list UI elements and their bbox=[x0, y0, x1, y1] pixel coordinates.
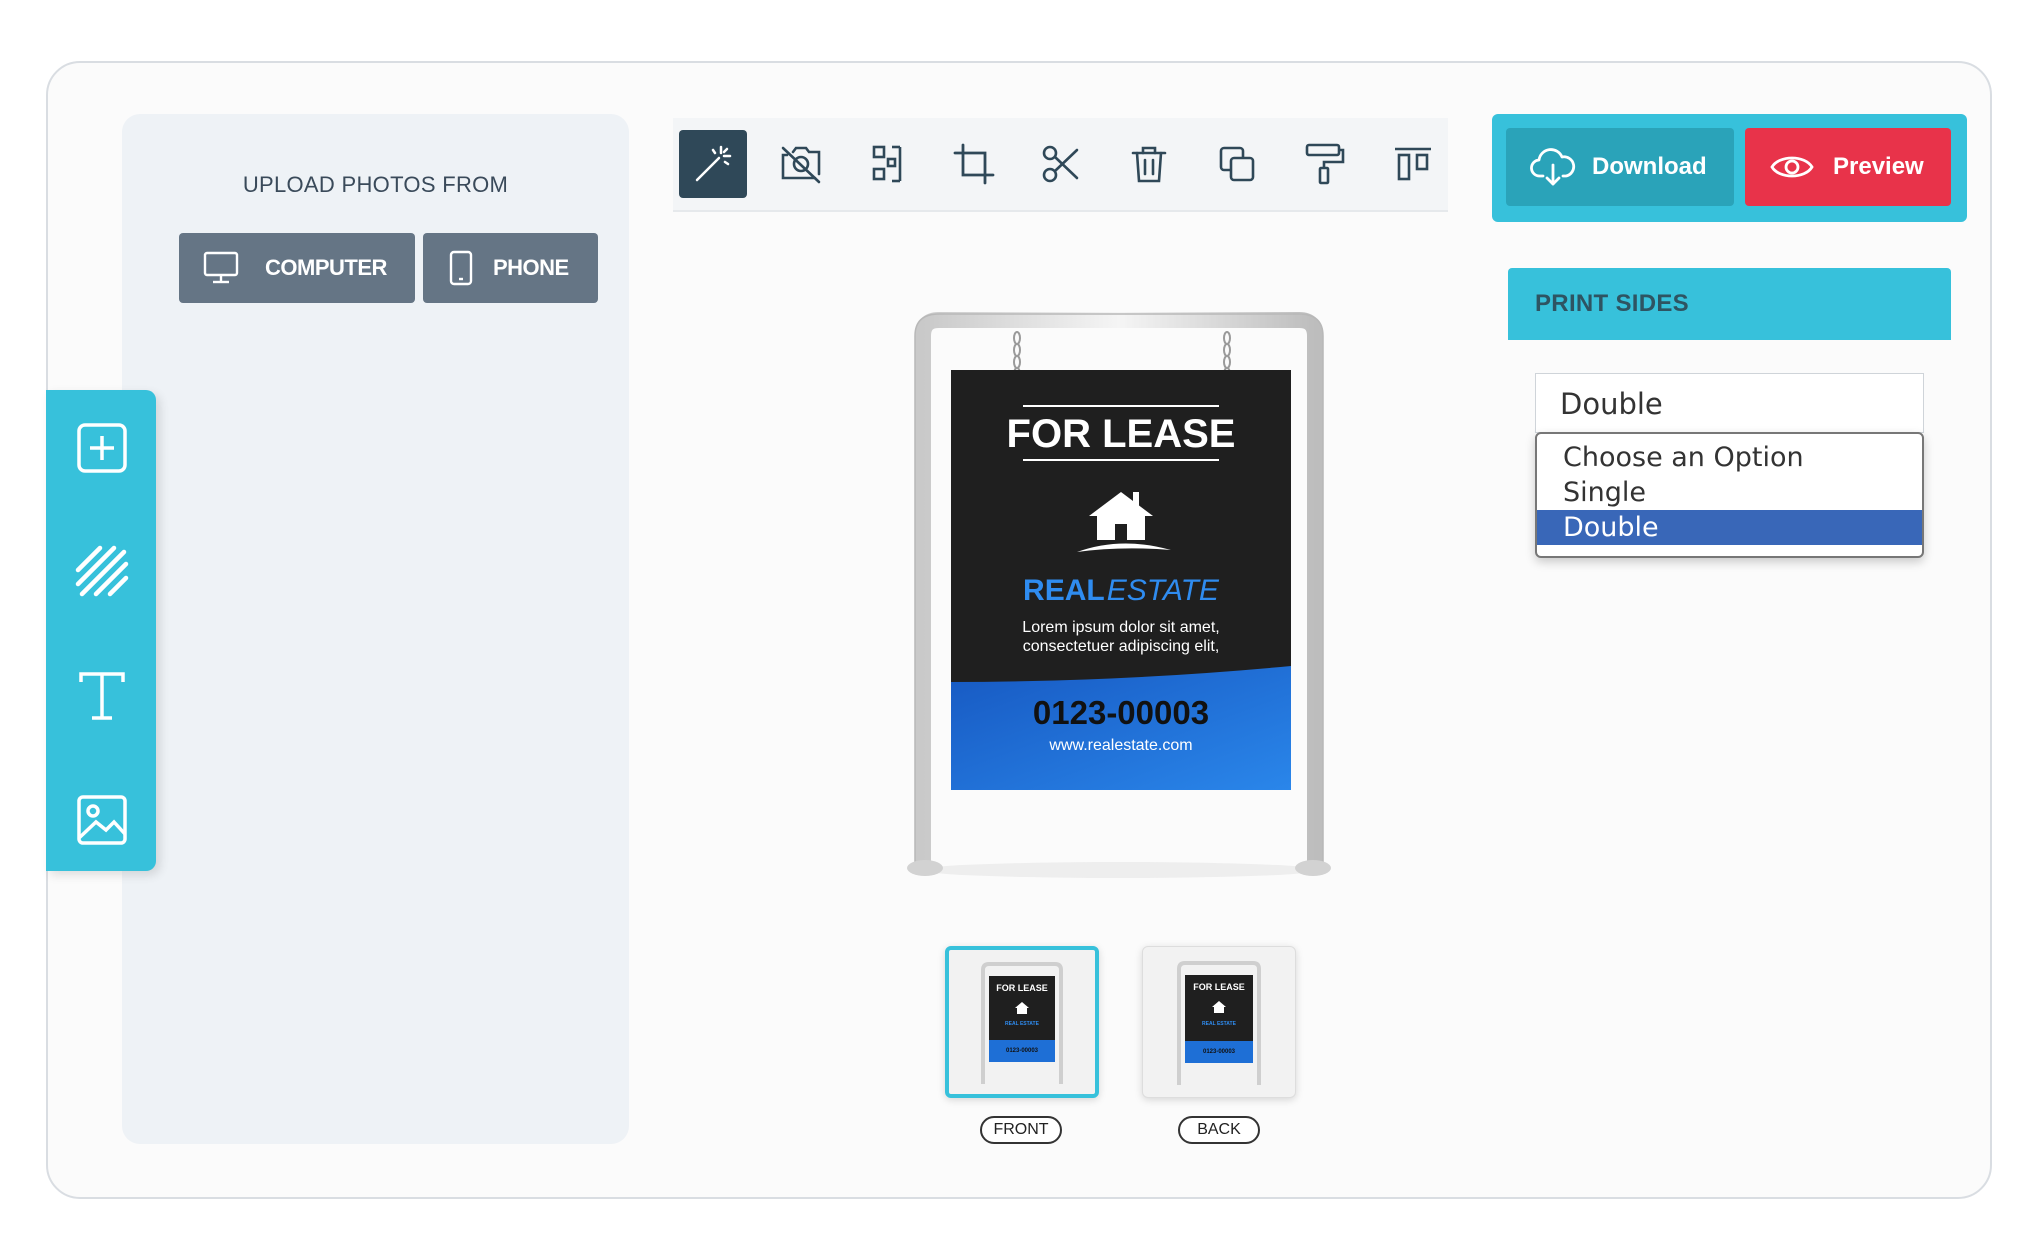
sign-foot-left bbox=[907, 860, 943, 876]
upload-panel: UPLOAD PHOTOS FROM COMPUTER PHONE bbox=[122, 114, 629, 1144]
sign-headline: FOR LEASE bbox=[1007, 412, 1236, 456]
sign-body-line2: consectetuer adipiscing elit, bbox=[1023, 638, 1220, 655]
preview-label: Preview bbox=[1833, 153, 1924, 180]
add-icon bbox=[77, 423, 127, 473]
thumb-back-image: FOR LEASE REAL ESTATE 0123-00003 bbox=[1177, 961, 1261, 1085]
eye-icon bbox=[1770, 156, 1814, 178]
print-sides-panel: PRINT SIDES bbox=[1508, 268, 1951, 340]
thumb-front-image: FOR LEASE REAL ESTATE 0123-00003 bbox=[981, 962, 1063, 1084]
camera-off-icon bbox=[781, 146, 821, 184]
paint-roller-icon bbox=[1305, 143, 1345, 185]
thumb-back[interactable]: FOR LEASE REAL ESTATE 0123-00003 bbox=[1142, 946, 1296, 1098]
sign-brand-italic: ESTATE bbox=[1107, 574, 1220, 607]
print-sides-select[interactable]: Double bbox=[1535, 373, 1924, 433]
sign-brand-bold: REAL bbox=[1023, 574, 1105, 607]
edit-toolbar bbox=[673, 118, 1448, 212]
print-sides-title: PRINT SIDES bbox=[1535, 290, 1689, 317]
thumb-back-title: FOR LEASE bbox=[1193, 982, 1245, 992]
upload-computer-button[interactable]: COMPUTER bbox=[179, 233, 415, 303]
paint-roller-tool[interactable] bbox=[1291, 130, 1359, 198]
sign-website: www.realestate.com bbox=[1048, 737, 1192, 754]
crop-icon bbox=[953, 143, 995, 185]
magic-wand-icon bbox=[695, 145, 732, 182]
align-top-icon bbox=[1395, 147, 1431, 181]
duplicate-icon bbox=[1219, 146, 1255, 182]
left-rail bbox=[46, 390, 156, 871]
sign-brand: REALESTATE bbox=[1023, 574, 1220, 607]
phone-icon bbox=[449, 250, 473, 286]
duplicate-tool[interactable] bbox=[1203, 130, 1271, 198]
sign-shadow bbox=[920, 862, 1320, 878]
thumb-front[interactable]: FOR LEASE REAL ESTATE 0123-00003 bbox=[945, 946, 1099, 1098]
option-choose[interactable]: Choose an Option bbox=[1537, 440, 1922, 475]
thumb-back-brand: REAL ESTATE bbox=[1202, 1021, 1237, 1027]
arrange-tool[interactable] bbox=[853, 130, 921, 198]
thumb-front-phone: 0123-00003 bbox=[1006, 1048, 1039, 1054]
rail-add-button[interactable] bbox=[74, 420, 130, 476]
thumb-front-brand: REAL ESTATE bbox=[1005, 1021, 1040, 1027]
download-button[interactable]: Download bbox=[1506, 128, 1734, 206]
rail-pattern-button[interactable] bbox=[74, 544, 130, 600]
upload-title: UPLOAD PHOTOS FROM bbox=[242, 172, 509, 197]
crop-tool[interactable] bbox=[940, 130, 1008, 198]
rail-image-button[interactable] bbox=[74, 792, 130, 848]
cut-tool[interactable] bbox=[1027, 130, 1095, 198]
monitor-icon bbox=[203, 251, 239, 284]
option-single[interactable]: Single bbox=[1537, 475, 1922, 510]
action-bar: Download Preview bbox=[1492, 114, 1967, 222]
front-label[interactable]: FRONT bbox=[980, 1116, 1062, 1144]
cloud-download-icon bbox=[1530, 148, 1576, 186]
thumb-front-title: FOR LEASE bbox=[996, 983, 1048, 993]
thumb-back-phone: 0123-00003 bbox=[1203, 1049, 1236, 1055]
delete-tool[interactable] bbox=[1115, 130, 1183, 198]
qr-arrange-icon bbox=[872, 145, 902, 183]
sign-foot-right bbox=[1295, 860, 1331, 876]
back-label[interactable]: BACK bbox=[1178, 1116, 1260, 1144]
trash-icon bbox=[1131, 146, 1167, 183]
rail-text-button[interactable] bbox=[74, 668, 130, 724]
sign-body-line1: Lorem ipsum dolor sit amet, bbox=[1022, 619, 1219, 636]
print-sides-dropdown: Choose an Option Single Double bbox=[1535, 432, 1924, 558]
camera-off-tool[interactable] bbox=[767, 130, 835, 198]
align-top-tool[interactable] bbox=[1379, 130, 1447, 198]
upload-phone-label: PHONE bbox=[493, 255, 569, 280]
pattern-icon bbox=[75, 545, 129, 597]
scissors-icon bbox=[1042, 145, 1079, 183]
text-icon bbox=[79, 672, 125, 720]
sign-phone: 0123-00003 bbox=[1033, 694, 1209, 731]
magic-wand-tool[interactable] bbox=[679, 130, 747, 198]
download-label: Download bbox=[1592, 153, 1707, 180]
option-double[interactable]: Double bbox=[1537, 510, 1922, 545]
upload-phone-button[interactable]: PHONE bbox=[423, 233, 598, 303]
sign-preview[interactable]: FOR LEASE REALESTATE Lorem ipsum dolor s… bbox=[903, 310, 1337, 880]
preview-button[interactable]: Preview bbox=[1745, 128, 1951, 206]
image-icon bbox=[77, 795, 127, 845]
upload-computer-label: COMPUTER bbox=[265, 255, 387, 280]
